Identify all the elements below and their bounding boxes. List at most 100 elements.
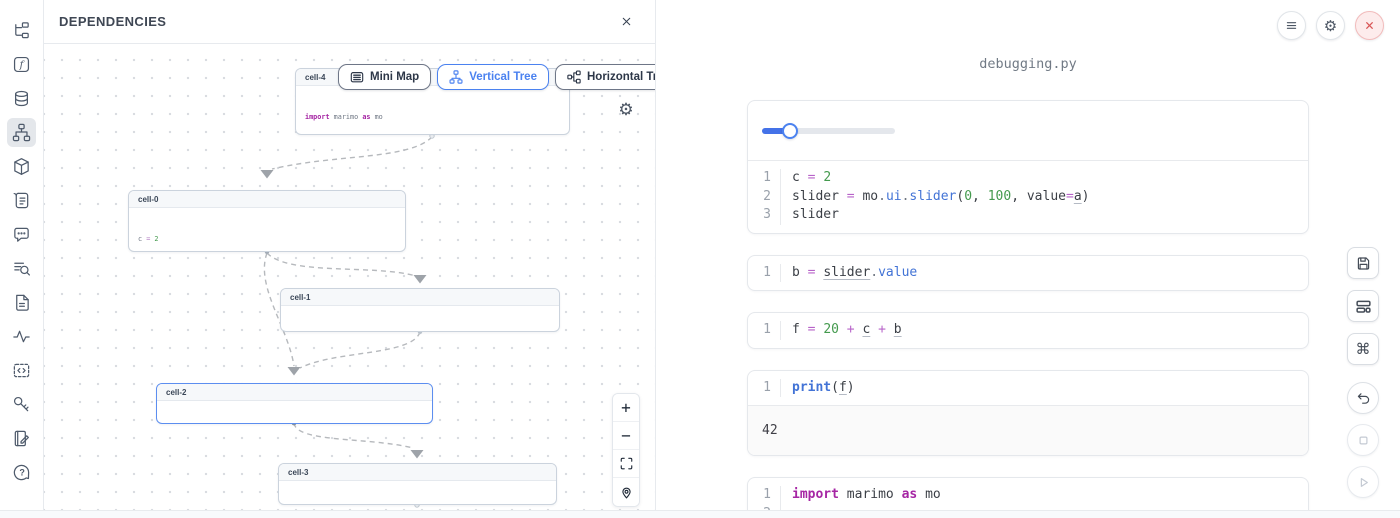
map-pin-icon bbox=[619, 485, 634, 500]
gear-icon: ⚙ bbox=[618, 100, 633, 119]
center-node-button[interactable] bbox=[613, 478, 639, 506]
sidebar-item-snippets[interactable] bbox=[7, 356, 36, 385]
notebook-filename: debugging.py bbox=[656, 56, 1400, 72]
code-box-icon bbox=[12, 361, 31, 380]
graph-node-cell-0[interactable]: cell-0 c = 2 slider = mo.ui.slider(0, 10… bbox=[128, 190, 406, 252]
edge-cell4-cell0 bbox=[272, 137, 432, 169]
sidebar-item-scratchpad[interactable] bbox=[7, 186, 36, 215]
graph-node-cell-2-selected[interactable]: cell-2 f = 20 + c + b bbox=[156, 383, 433, 424]
code-line: import marimo as mo bbox=[781, 486, 941, 505]
cell-b: 1b = slider.value bbox=[747, 255, 1309, 292]
cell-editor[interactable]: 1print(f) bbox=[748, 371, 1308, 406]
sidebar-item-datasources[interactable] bbox=[7, 84, 36, 113]
undo-icon bbox=[1355, 390, 1372, 407]
dependency-graph-icon bbox=[12, 123, 31, 142]
sidebar-item-logs[interactable] bbox=[7, 254, 36, 283]
bottom-strip bbox=[0, 510, 1400, 518]
database-icon bbox=[12, 89, 31, 108]
slider-thumb[interactable] bbox=[782, 123, 798, 139]
scroll-icon bbox=[12, 191, 31, 210]
line-number: 1 bbox=[748, 486, 781, 505]
zoom-in-button[interactable]: + bbox=[613, 394, 639, 422]
stop-button[interactable] bbox=[1347, 424, 1379, 456]
cell-editor[interactable]: 1import marimo as mo 2 bbox=[748, 478, 1308, 510]
close-icon bbox=[620, 15, 633, 28]
sidebar-item-file-explorer[interactable] bbox=[7, 16, 36, 45]
cell-editor[interactable]: 1f = 20 + c + b bbox=[748, 313, 1308, 348]
zoom-out-button[interactable]: − bbox=[613, 422, 639, 450]
minimap-label: Mini Map bbox=[370, 71, 419, 83]
cell-output-slider bbox=[748, 101, 1308, 161]
menu-button[interactable] bbox=[1277, 11, 1306, 40]
key-icon bbox=[12, 395, 31, 414]
vertical-tree-button[interactable]: Vertical Tree bbox=[437, 64, 549, 90]
node-code-line: c = 2 bbox=[138, 234, 396, 245]
package-icon bbox=[12, 157, 31, 176]
code-line: f = 20 + c + b bbox=[781, 321, 902, 340]
dependencies-header: DEPENDENCIES bbox=[44, 0, 655, 44]
notebook-action-rail: ⌘ bbox=[1347, 247, 1379, 508]
save-icon bbox=[1355, 255, 1372, 272]
svg-text:f: f bbox=[19, 60, 26, 71]
app-root: f ? DEPENDENCIES bbox=[0, 0, 1400, 510]
line-number: 2 bbox=[748, 505, 781, 511]
slider-widget[interactable] bbox=[762, 123, 895, 139]
sidebar-item-notebook[interactable] bbox=[7, 424, 36, 453]
graph-canvas[interactable]: cell-4 import marimo as mo a = 20 cell-0… bbox=[44, 44, 655, 510]
search-list-icon bbox=[12, 259, 31, 278]
notebook-area: ⚙ debugging.py 1c = 2 2slider = mo.ui.sl… bbox=[656, 0, 1400, 510]
sidebar-item-documentation[interactable] bbox=[7, 288, 36, 317]
sidebar-item-functions[interactable]: f bbox=[7, 50, 36, 79]
sidebar-item-secrets[interactable] bbox=[7, 390, 36, 419]
sidebar-item-packages[interactable] bbox=[7, 152, 36, 181]
horizontal-tree-button[interactable]: Horizontal Tree bbox=[555, 64, 655, 90]
panel-title: DEPENDENCIES bbox=[59, 14, 166, 29]
cell-editor[interactable]: 1b = slider.value bbox=[748, 256, 1308, 291]
sidebar-item-help[interactable]: ? bbox=[7, 458, 36, 487]
graph-node-cell-1[interactable]: cell-1 b = slider.value bbox=[280, 288, 560, 332]
zoom-controls: + − bbox=[612, 393, 640, 507]
shortcuts-button[interactable]: ⌘ bbox=[1347, 333, 1379, 365]
code-line: c = 2 bbox=[781, 169, 831, 188]
play-icon bbox=[1355, 474, 1372, 491]
function-icon: f bbox=[12, 55, 31, 74]
cell-slider: 1c = 2 2slider = mo.ui.slider(0, 100, va… bbox=[747, 100, 1309, 234]
layout-icon bbox=[1355, 298, 1372, 315]
activity-pulse-icon bbox=[12, 327, 31, 346]
layout-button[interactable] bbox=[1347, 290, 1379, 322]
notebook-top-actions: ⚙ bbox=[1277, 11, 1384, 40]
line-number: 2 bbox=[748, 188, 781, 207]
edge-cell0-cell1 bbox=[267, 253, 416, 276]
svg-text:?: ? bbox=[19, 468, 25, 478]
node-title: cell-3 bbox=[279, 464, 556, 481]
save-button[interactable] bbox=[1347, 247, 1379, 279]
node-title: cell-1 bbox=[281, 289, 559, 306]
cells-column: 1c = 2 2slider = mo.ui.slider(0, 100, va… bbox=[747, 100, 1309, 510]
undo-button[interactable] bbox=[1347, 382, 1379, 414]
minimap-icon bbox=[350, 70, 364, 84]
file-tree-icon bbox=[12, 21, 31, 40]
cell-editor[interactable]: 1c = 2 2slider = mo.ui.slider(0, 100, va… bbox=[748, 161, 1308, 233]
graph-node-cell-3[interactable]: cell-3 print(f) bbox=[278, 463, 557, 505]
sidebar-item-chat[interactable] bbox=[7, 220, 36, 249]
graph-settings-button[interactable]: ⚙ bbox=[615, 99, 637, 121]
fit-view-button[interactable] bbox=[613, 450, 639, 478]
shutdown-button[interactable] bbox=[1355, 11, 1384, 40]
line-number: 1 bbox=[748, 321, 781, 340]
horizontal-tree-icon bbox=[567, 70, 581, 84]
code-line: slider bbox=[781, 206, 839, 225]
line-number: 1 bbox=[748, 169, 781, 188]
minimap-button[interactable]: Mini Map bbox=[338, 64, 431, 90]
run-button[interactable] bbox=[1347, 466, 1379, 498]
sidebar-item-dependency-graph[interactable] bbox=[7, 118, 36, 147]
settings-button[interactable]: ⚙ bbox=[1316, 11, 1345, 40]
cell-f: 1f = 20 + c + b bbox=[747, 312, 1309, 349]
node-title: cell-2 bbox=[157, 384, 432, 401]
sidebar-item-tracing[interactable] bbox=[7, 322, 36, 351]
line-number: 1 bbox=[748, 264, 781, 283]
node-title: cell-0 bbox=[129, 191, 405, 208]
close-panel-button[interactable] bbox=[615, 11, 637, 33]
cell-console-output: 42 bbox=[748, 405, 1308, 455]
edge-cell2-cell3 bbox=[294, 423, 413, 448]
cell-import: 1import marimo as mo 2 bbox=[747, 477, 1309, 510]
